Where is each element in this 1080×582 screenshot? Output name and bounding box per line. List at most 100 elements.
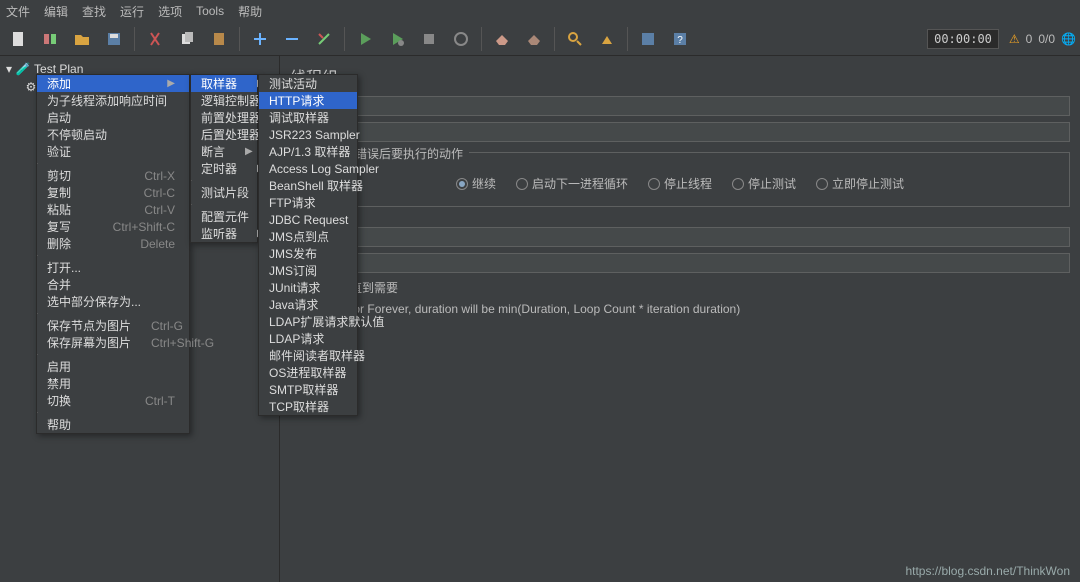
menu-item[interactable]: 帮助 (37, 416, 189, 433)
threads-input[interactable] (305, 227, 1070, 247)
menu-item[interactable]: 测试片段▶ (191, 184, 257, 201)
menu-item[interactable]: Java请求 (259, 296, 357, 313)
menu-item[interactable]: 测试活动 (259, 75, 357, 92)
menu-item[interactable]: 粘贴Ctrl-V (37, 201, 189, 218)
radio-next-loop[interactable]: 启动下一进程循环 (516, 175, 628, 192)
menu-item[interactable]: 验证 (37, 143, 189, 160)
menu-options[interactable]: 选项 (158, 3, 182, 20)
expand-icon[interactable] (246, 25, 274, 53)
menu-item[interactable]: AJP/1.3 取样器 (259, 143, 357, 160)
menu-item[interactable]: 剪切Ctrl-X (37, 167, 189, 184)
menu-item[interactable]: JDBC Request (259, 211, 357, 228)
ramp-input[interactable] (313, 253, 1070, 273)
menu-item[interactable]: 复写Ctrl+Shift-C (37, 218, 189, 235)
menu-item[interactable]: 断言▶ (191, 143, 257, 160)
toolbar: ? 00:00:00 ⚠ 0 0/0 🌐 (0, 22, 1080, 56)
menu-item[interactable]: HTTP请求 (259, 92, 357, 109)
menu-item[interactable]: OS进程取样器 (259, 364, 357, 381)
menu-item[interactable]: 删除Delete (37, 235, 189, 252)
menu-item[interactable]: TCP取样器 (259, 398, 357, 415)
menu-item[interactable]: 添加▶ (37, 75, 189, 92)
menu-item[interactable]: 监听器▶ (191, 225, 257, 242)
menu-item[interactable]: FTP请求 (259, 194, 357, 211)
radio-continue[interactable]: 继续 (456, 175, 496, 192)
menu-item[interactable]: 配置元件▶ (191, 208, 257, 225)
clear-all-icon[interactable] (520, 25, 548, 53)
new-file-icon[interactable] (4, 25, 32, 53)
menu-item[interactable]: 打开... (37, 259, 189, 276)
menu-item[interactable]: 合并 (37, 276, 189, 293)
name-input[interactable] (325, 96, 1070, 116)
context-menu[interactable]: 添加▶为子线程添加响应时间启动不停顿启动验证剪切Ctrl-X复制Ctrl-C粘贴… (36, 74, 190, 434)
menu-item[interactable]: 为子线程添加响应时间 (37, 92, 189, 109)
paste-icon[interactable] (205, 25, 233, 53)
shutdown-icon[interactable] (447, 25, 475, 53)
error-action-group: 在取样器错误后要执行的动作 继续 启动下一进程循环 停止线程 停止测试 立即停止… (290, 152, 1070, 207)
warning-icon[interactable]: ⚠ (1009, 32, 1020, 46)
menu-item[interactable]: 定时器▶ (191, 160, 257, 177)
menu-item[interactable]: JMS发布 (259, 245, 357, 262)
svg-text:?: ? (677, 35, 683, 46)
search-icon[interactable] (561, 25, 589, 53)
collapse-icon[interactable] (278, 25, 306, 53)
sampler-submenu[interactable]: 测试活动HTTP请求调试取样器JSR223 SamplerAJP/1.3 取样器… (258, 74, 358, 416)
menu-find[interactable]: 查找 (82, 3, 106, 20)
menu-edit[interactable]: 编辑 (44, 3, 68, 20)
comment-input[interactable] (325, 122, 1070, 142)
menu-item[interactable]: JUnit请求 (259, 279, 357, 296)
menu-help[interactable]: 帮助 (238, 3, 262, 20)
menu-item[interactable]: 启用 (37, 358, 189, 375)
menu-item[interactable]: 逻辑控制器▶ (191, 92, 257, 109)
menu-item[interactable]: LDAP扩展请求默认值 (259, 313, 357, 330)
cut-icon[interactable] (141, 25, 169, 53)
menu-item[interactable]: JMS点到点 (259, 228, 357, 245)
clear-icon[interactable] (488, 25, 516, 53)
menu-item[interactable]: 选中部分保存为... (37, 293, 189, 310)
radio-stop-now[interactable]: 立即停止测试 (816, 175, 904, 192)
radio-stop-test[interactable]: 停止测试 (732, 175, 796, 192)
open-icon[interactable] (68, 25, 96, 53)
menu-item[interactable]: 取样器▶ (191, 75, 257, 92)
menu-item[interactable]: LDAP请求 (259, 330, 357, 347)
run-nopause-icon[interactable] (383, 25, 411, 53)
thread-stats: 0/0 (1038, 32, 1055, 46)
menu-item[interactable]: 启动 (37, 109, 189, 126)
save-icon[interactable] (100, 25, 128, 53)
elapsed-timer: 00:00:00 (927, 29, 999, 49)
stop-icon[interactable] (415, 25, 443, 53)
flask-icon: 🧪 (16, 62, 30, 76)
menu-run[interactable]: 运行 (120, 3, 144, 20)
reset-search-icon[interactable] (593, 25, 621, 53)
menu-item[interactable]: 保存屏幕为图片Ctrl+Shift-G (37, 334, 189, 351)
chevron-down-icon[interactable]: ▾ (6, 62, 12, 76)
footer-url: https://blog.csdn.net/ThinkWon (905, 564, 1070, 578)
templates-icon[interactable] (36, 25, 64, 53)
menu-item[interactable]: Access Log Sampler (259, 160, 357, 177)
menu-tools[interactable]: Tools (196, 4, 224, 18)
menu-item[interactable]: 禁用 (37, 375, 189, 392)
help-icon[interactable]: ? (666, 25, 694, 53)
menu-item[interactable]: 保存节点为图片Ctrl-G (37, 317, 189, 334)
func-helper-icon[interactable] (634, 25, 662, 53)
menu-item[interactable]: 邮件阅读者取样器 (259, 347, 357, 364)
radio-stop-thread[interactable]: 停止线程 (648, 175, 712, 192)
menu-item[interactable]: 前置处理器▶ (191, 109, 257, 126)
run-icon[interactable] (351, 25, 379, 53)
toggle-icon[interactable] (310, 25, 338, 53)
menu-item[interactable]: BeanShell 取样器 (259, 177, 357, 194)
menu-item[interactable]: SMTP取样器 (259, 381, 357, 398)
thread-group-panel: 线程组 名称: 注释: 在取样器错误后要执行的动作 继续 启动下一进程循环 停止… (280, 56, 1080, 582)
menu-item[interactable]: 复制Ctrl-C (37, 184, 189, 201)
add-submenu[interactable]: 取样器▶逻辑控制器▶前置处理器▶后置处理器▶断言▶定时器▶ 测试片段▶ 配置元件▶监… (190, 74, 258, 243)
globe-icon[interactable]: 🌐 (1061, 32, 1076, 46)
menu-item[interactable]: 调试取样器 (259, 109, 357, 126)
menu-file[interactable]: 文件 (6, 3, 30, 20)
menu-item[interactable]: JSR223 Sampler (259, 126, 357, 143)
copy-icon[interactable] (173, 25, 201, 53)
menu-item[interactable]: JMS订阅 (259, 262, 357, 279)
menu-item[interactable]: 切换Ctrl-T (37, 392, 189, 409)
menubar: 文件 编辑 查找 运行 选项 Tools 帮助 (0, 0, 1080, 22)
menu-item[interactable]: 后置处理器▶ (191, 126, 257, 143)
menu-item[interactable]: 不停顿启动 (37, 126, 189, 143)
thread-props-group: ): 秒: 永远 上直到需要 s not -1 or Forever, dura… (290, 217, 1070, 326)
